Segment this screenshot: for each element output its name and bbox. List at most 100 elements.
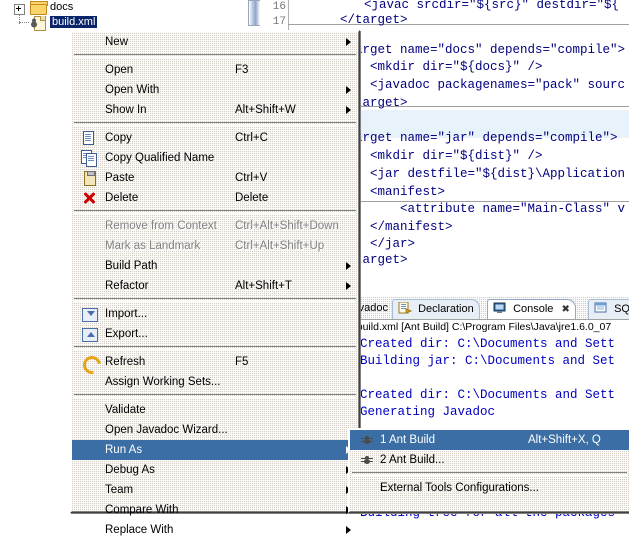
paste-icon [81,170,97,186]
menu-item-accelerator: Ctrl+V [235,172,268,184]
tab-sql[interactable]: SQL [588,299,629,319]
code-line: <javadoc packagenames="pack" sourc [340,78,626,92]
menu-item-accelerator: Alt+Shift+W [235,104,296,116]
ant-icon [359,452,375,468]
menu-item-remove-from-context: Remove from Context Ctrl+Alt+Shift+Down [72,216,358,236]
tab-label: SQL [614,303,629,315]
menu-item-label: Debug As [105,464,155,476]
package-explorer-tree[interactable]: docs build.xml [0,0,248,31]
view-tabbar: Javadoc Declaration Console ✖ SQL [340,297,629,319]
menu-item-external-tools-configurations[interactable]: External Tools Configurations... [350,478,629,498]
menu-item-accelerator: Delete [235,192,269,204]
menu-item-copy[interactable]: Copy Ctrl+C [72,128,358,148]
menu-item-refactor[interactable]: Refactor Alt+Shift+T [72,276,358,296]
menu-item-assign-working-sets[interactable]: Assign Working Sets... [72,372,358,392]
code-line: <target name="jar" depends="compile"> [340,131,618,145]
code-line: <attribute name="Main-Class" v [340,202,626,216]
menu-item-import[interactable]: Import... [72,304,358,324]
code-line: </target> [340,13,408,27]
code-line: <target name="docs" depends="compile"> [340,43,626,57]
export-icon [81,326,98,342]
menu-item-label: Open [105,64,134,76]
tree-item-docs[interactable]: docs [0,0,248,16]
menu-item-new[interactable]: New [72,32,358,52]
line-number: 16 [272,1,286,13]
menu-item-show-in[interactable]: Show In Alt+Shift+W [72,100,358,120]
menu-item-label: Import... [105,308,148,320]
menu-item-label: Validate [105,404,146,416]
submenu-arrow-icon [346,86,351,94]
menu-item-accelerator: Ctrl+C [235,132,268,144]
menu-item-export[interactable]: Export... [72,324,358,344]
menu-item-label: Export... [105,328,148,340]
console-title: 1 build.xml [Ant Build] C:\Program Files… [348,321,612,333]
code-line: <javac srcdir="${src}" destdir="${ [364,0,620,12]
menu-item-accelerator: Alt+Shift+X, Q [528,434,601,446]
menu-item-label: Compare With [105,504,179,516]
console-line: Created dir: C:\Documents and Sett [360,388,616,402]
menu-item-open-with[interactable]: Open With [72,80,358,100]
copy-qualified-name-icon [81,150,97,167]
code-line: <mkdir dir="${docs}" /> [340,60,543,74]
menu-item-label: Replace With [105,524,174,536]
menu-item-compare-with[interactable]: Compare With [72,500,358,520]
menu-item-run-as[interactable]: Run As [72,440,358,460]
delete-icon [81,190,97,206]
menu-separator [74,394,356,398]
menu-item-mark-as-landmark: Mark as Landmark Ctrl+Alt+Shift+Up [72,236,358,256]
close-icon[interactable]: ✖ [561,304,569,315]
menu-item-accelerator: Ctrl+Alt+Shift+Up [235,240,325,252]
menu-item-paste[interactable]: Paste Ctrl+V [72,168,358,188]
menu-item-validate[interactable]: Validate [72,400,358,420]
menu-item-1-ant-build[interactable]: 1 Ant Build Alt+Shift+X, Q [350,430,629,450]
menu-item-open[interactable]: Open F3 [72,60,358,80]
menu-separator [352,472,627,476]
copy-icon [81,130,97,146]
menu-item-copy-qualified-name[interactable]: Copy Qualified Name [72,148,358,168]
menu-item-build-path[interactable]: Build Path [72,256,358,276]
tree-item-label: docs [50,1,74,13]
console-line: Created dir: C:\Documents and Sett [360,337,616,351]
menu-item-label: Delete [105,192,139,204]
tree-item-build-xml[interactable]: build.xml [0,15,248,31]
menu-item-label: Remove from Context [105,220,217,232]
menu-item-label: External Tools Configurations... [380,482,539,494]
menu-item-label: Paste [105,172,135,184]
menu-item-label: Mark as Landmark [105,240,201,252]
menu-item-label: Show In [105,104,147,116]
package-explorer-context-menu[interactable]: New Open F3 Open With Show In Alt+Shift+W Copy… [70,30,360,536]
code-line: <mkdir dir="${dist}" /> [340,149,543,163]
ant-icon [359,432,375,448]
ant-xml-file-icon [30,15,46,31]
submenu-arrow-icon [346,282,351,290]
menu-item-refresh[interactable]: Refresh F5 [72,352,358,378]
menu-item-2-ant-build[interactable]: 2 Ant Build... [350,450,629,470]
menu-item-delete[interactable]: Delete Delete [72,188,358,208]
menu-item-label: Copy [105,132,132,144]
menu-item-open-javadoc-wizard[interactable]: Open Javadoc Wizard... [72,420,358,440]
submenu-arrow-icon [346,38,351,46]
console-icon [493,302,507,314]
tab-declaration[interactable]: Declaration [392,299,480,319]
tab-label: Console [513,303,554,315]
submenu-arrow-icon [346,262,351,270]
menu-separator [74,122,356,126]
menu-item-label: 1 Ant Build [380,434,435,446]
folder-icon [30,1,48,15]
menu-item-replace-with[interactable]: Replace With [72,520,358,540]
menu-separator [74,210,356,214]
menu-item-label: Refresh [105,356,146,368]
menu-item-debug-as[interactable]: Debug As [72,460,358,480]
menu-item-team[interactable]: Team [72,480,358,500]
line-number: 17 [272,16,286,28]
tab-console[interactable]: Console ✖ [487,299,576,319]
menu-item-label: Team [105,484,134,496]
menu-item-label: Copy Qualified Name [105,152,215,164]
menu-item-accelerator: F5 [235,356,249,368]
menu-item-accelerator: Alt+Shift+T [235,280,292,292]
menu-separator [74,54,356,58]
run-as-submenu[interactable]: 1 Ant Build Alt+Shift+X, Q 2 Ant Build... E… [348,428,629,513]
menu-item-accelerator: F3 [235,64,249,76]
refresh-icon [79,352,105,378]
expand-toggle-icon[interactable] [14,4,25,15]
